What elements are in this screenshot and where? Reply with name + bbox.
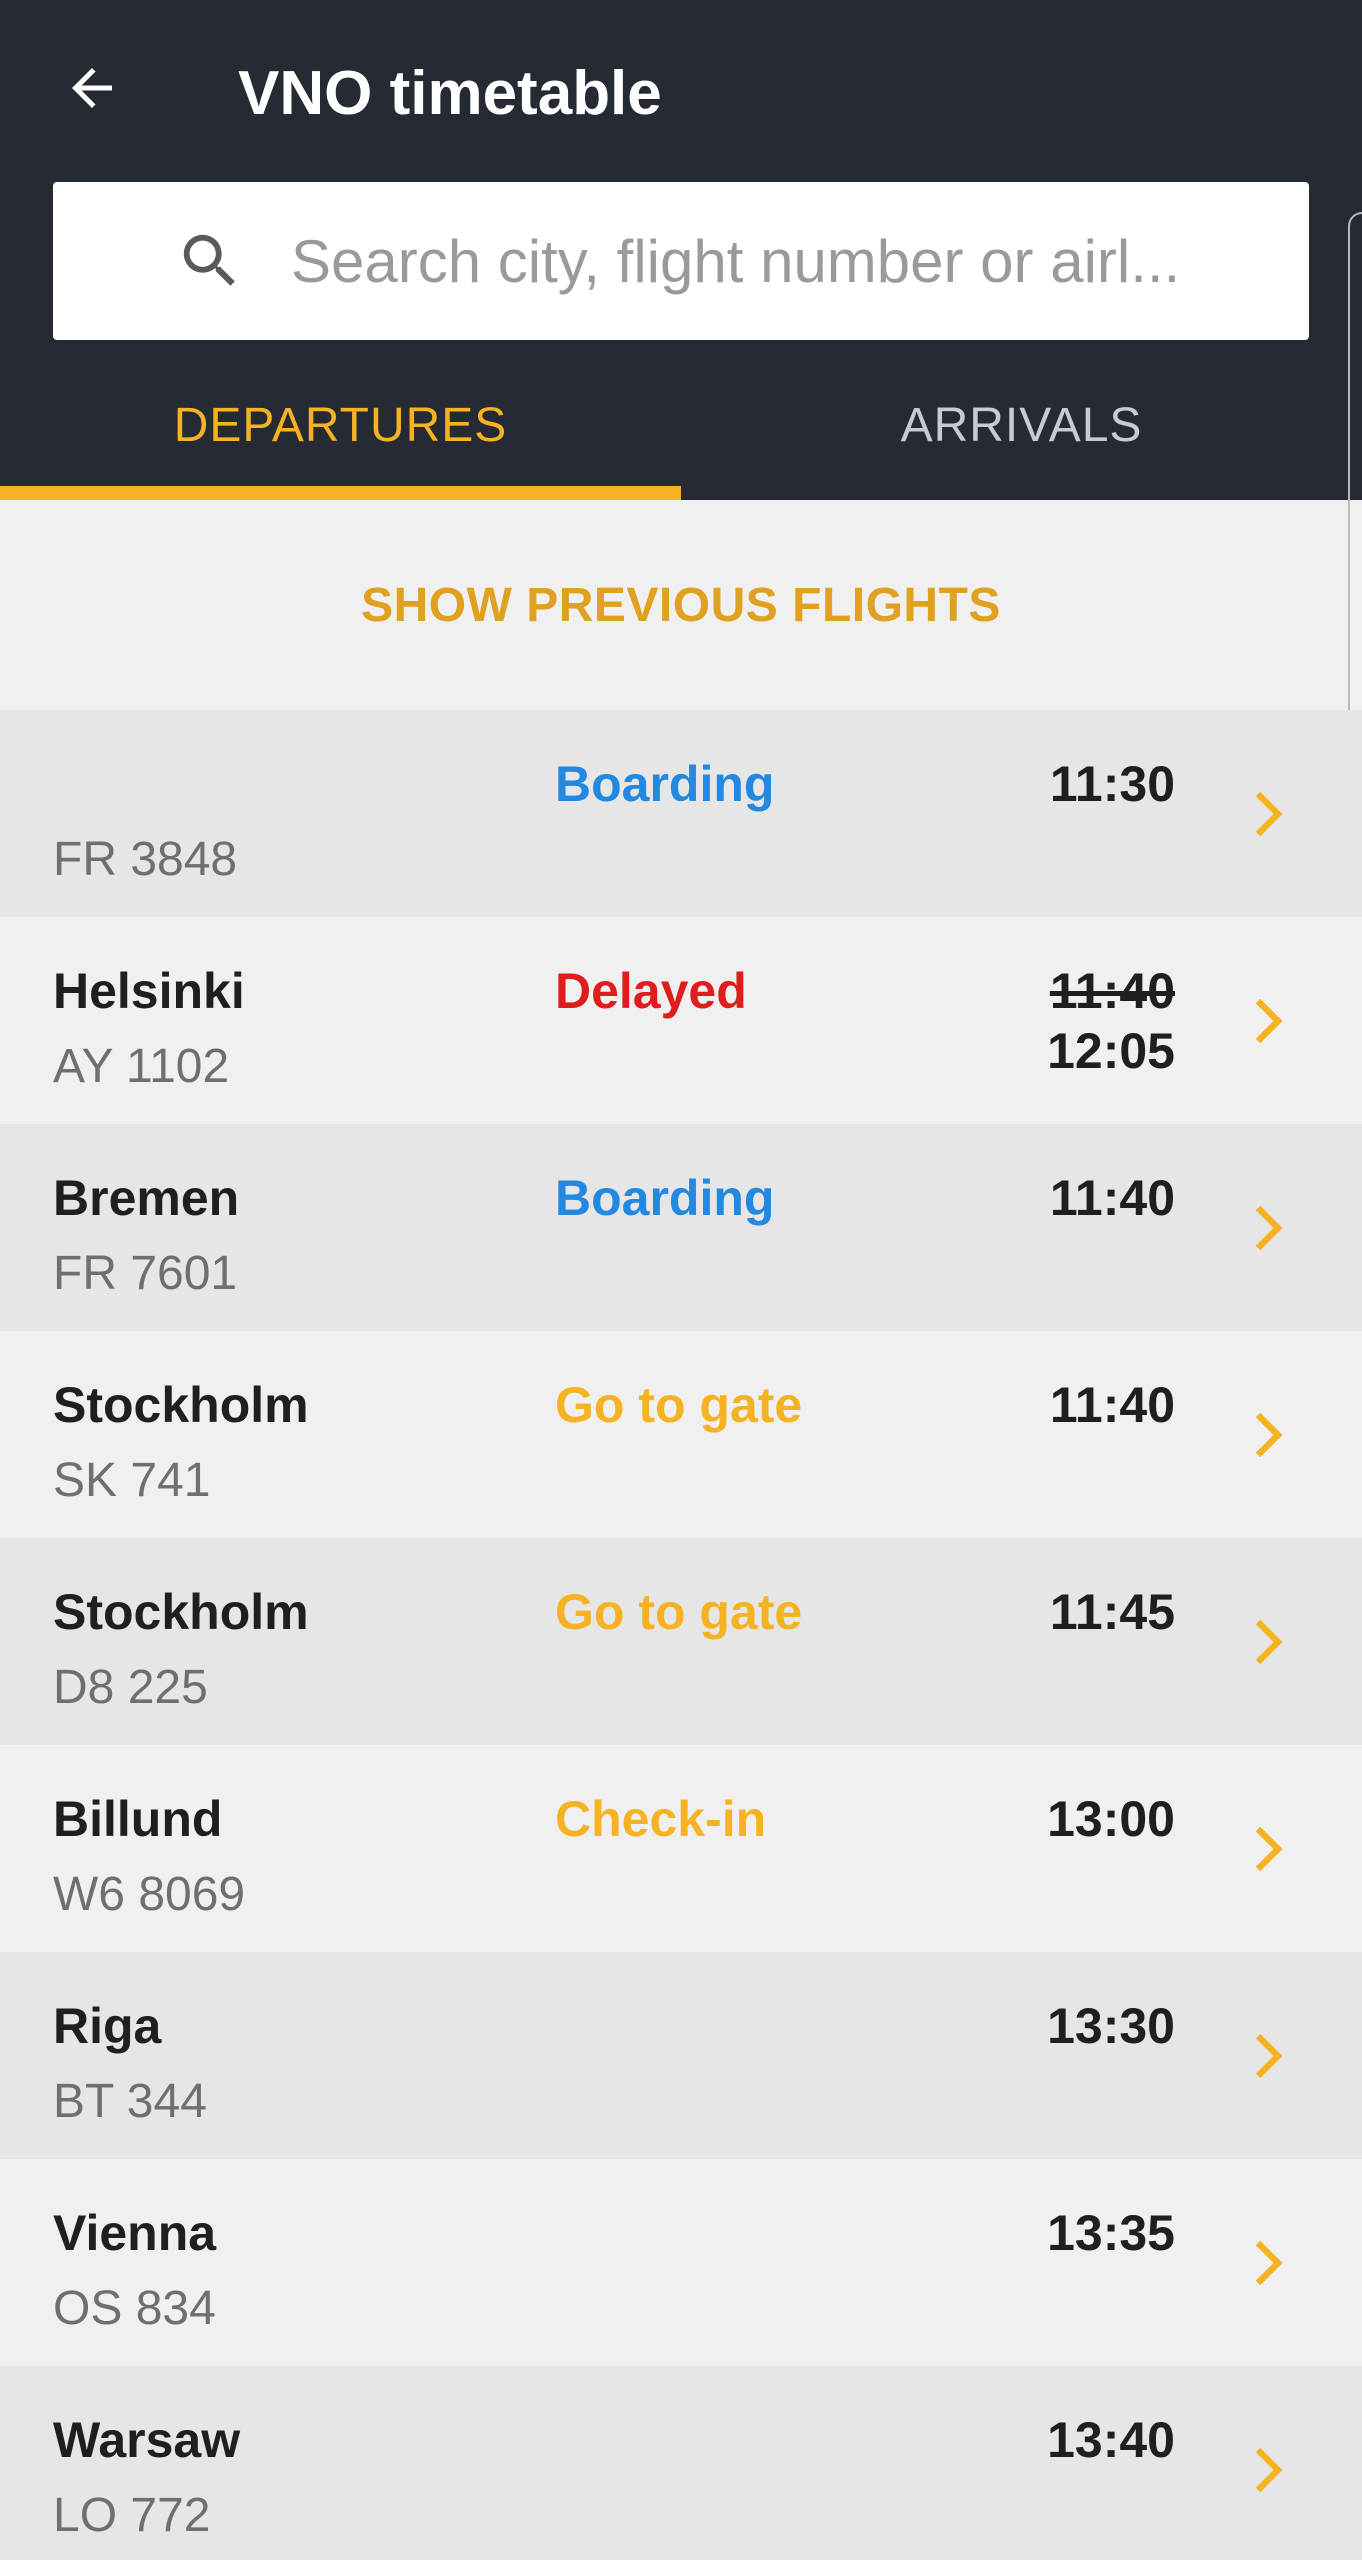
flight-row[interactable]: Stockholm D8 225 Go to gate 11:45 bbox=[0, 1538, 1362, 1745]
flight-status: Check-in bbox=[555, 1791, 767, 1847]
scheduled-time: 11:40 bbox=[1049, 963, 1175, 1019]
flight-status: Boarding bbox=[555, 1170, 775, 1226]
destination-city: Billund bbox=[53, 1791, 223, 1847]
flight-row[interactable]: Vienna OS 834 13:35 bbox=[0, 2159, 1362, 2366]
flight-number: SK 741 bbox=[53, 1454, 211, 1507]
flight-list: FR 3848 Boarding 11:30 Helsinki AY 1102 … bbox=[0, 710, 1362, 2560]
flight-row[interactable]: Bremen FR 7601 Boarding 11:40 bbox=[0, 1124, 1362, 1331]
chevron-right-icon bbox=[1255, 1412, 1283, 1458]
tab-bar: DEPARTURES ARRIVALS bbox=[0, 370, 1362, 500]
flight-status: Boarding bbox=[555, 756, 775, 812]
flight-number: BT 344 bbox=[53, 2075, 207, 2128]
page-title: VNO timetable bbox=[238, 59, 662, 128]
departure-time: 13:00 bbox=[1047, 1791, 1175, 1847]
chevron-right-icon bbox=[1255, 2240, 1283, 2286]
chevron-right-icon bbox=[1255, 791, 1283, 837]
flight-number: LO 772 bbox=[53, 2489, 211, 2542]
back-button[interactable] bbox=[52, 48, 132, 128]
departure-time: 13:40 bbox=[1047, 2412, 1175, 2468]
search-input[interactable] bbox=[291, 206, 1291, 316]
departure-time: 13:35 bbox=[1047, 2205, 1175, 2261]
chevron-right-icon bbox=[1255, 1826, 1283, 1872]
departure-time: 11:40 bbox=[1049, 1377, 1175, 1433]
destination-city: Helsinki bbox=[53, 963, 245, 1019]
arrow-left-icon bbox=[72, 68, 112, 108]
departure-time: 11:30 bbox=[1049, 756, 1175, 812]
active-tab-indicator bbox=[0, 486, 681, 500]
flight-status: Go to gate bbox=[555, 1377, 803, 1433]
search-icon bbox=[183, 234, 235, 286]
flight-row[interactable]: Helsinki AY 1102 Delayed 11:40 12:05 bbox=[0, 917, 1362, 1124]
flight-status: Go to gate bbox=[555, 1584, 803, 1640]
departure-time: 11:45 bbox=[1049, 1584, 1175, 1640]
destination-city: Riga bbox=[53, 1998, 162, 2054]
app-header: VNO timetable DEPARTURES ARRIVALS bbox=[0, 0, 1362, 782]
flight-number: OS 834 bbox=[53, 2282, 216, 2335]
chevron-right-icon bbox=[1255, 1205, 1283, 1251]
chevron-right-icon bbox=[1255, 998, 1283, 1044]
destination-city: Stockholm bbox=[53, 1377, 309, 1433]
flight-number: D8 225 bbox=[53, 1661, 208, 1714]
flight-row[interactable]: FR 3848 Boarding 11:30 bbox=[0, 710, 1362, 917]
flight-row[interactable]: Billund W6 8069 Check-in 13:00 bbox=[0, 1745, 1362, 1952]
search-bar[interactable] bbox=[53, 182, 1309, 340]
tab-departures[interactable]: DEPARTURES bbox=[0, 370, 681, 500]
chevron-right-icon bbox=[1255, 1619, 1283, 1665]
destination-city: Warsaw bbox=[53, 2412, 241, 2468]
flight-number: W6 8069 bbox=[53, 1868, 246, 1921]
flight-row[interactable]: Riga BT 344 13:30 bbox=[0, 1952, 1362, 2159]
flight-number: FR 7601 bbox=[53, 1247, 238, 1300]
flight-number: FR 3848 bbox=[53, 833, 238, 886]
chevron-right-icon bbox=[1255, 2447, 1283, 2493]
tab-arrivals[interactable]: ARRIVALS bbox=[681, 370, 1362, 500]
destination-city: Bremen bbox=[53, 1170, 240, 1226]
destination-city: Vienna bbox=[53, 2205, 217, 2261]
show-previous-flights-button[interactable]: SHOW PREVIOUS FLIGHTS bbox=[0, 500, 1362, 710]
flight-row[interactable]: Warsaw LO 772 13:40 bbox=[0, 2366, 1362, 2560]
flight-status: Delayed bbox=[555, 963, 747, 1019]
destination-city: Stockholm bbox=[53, 1584, 309, 1640]
flight-number: AY 1102 bbox=[53, 1040, 230, 1093]
departure-time: 11:40 bbox=[1049, 1170, 1175, 1226]
chevron-right-icon bbox=[1255, 2033, 1283, 2079]
flight-row[interactable]: Stockholm SK 741 Go to gate 11:40 bbox=[0, 1331, 1362, 1538]
estimated-time: 12:05 bbox=[1047, 1023, 1175, 1079]
departure-time: 13:30 bbox=[1047, 1998, 1175, 2054]
